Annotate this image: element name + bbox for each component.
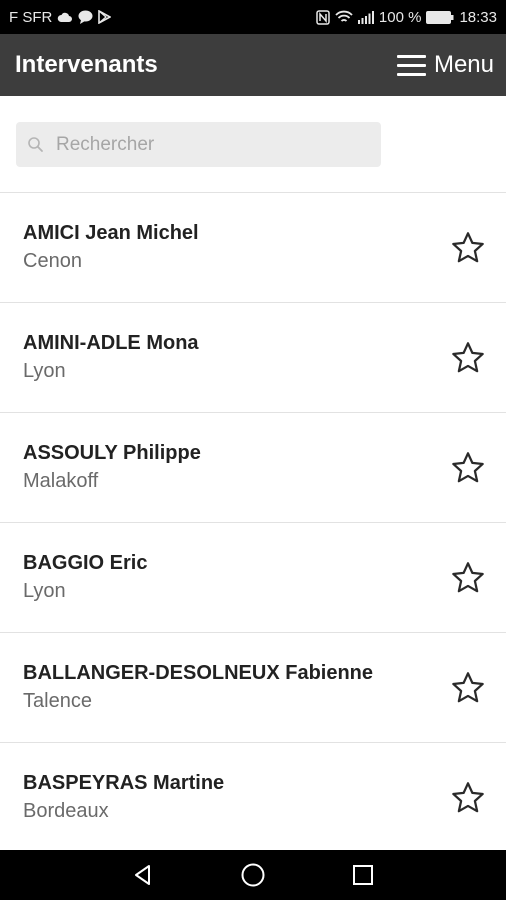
page-title: Intervenants <box>15 51 158 78</box>
back-button[interactable] <box>129 861 157 889</box>
hamburger-icon <box>396 54 426 76</box>
intervenant-name: BALLANGER-DESOLNEUX Fabienne <box>23 662 374 684</box>
list-item[interactable]: AMICI Jean Michel Cenon <box>0 193 506 303</box>
app-bar: Intervenants Menu <box>0 34 506 96</box>
list-item-text: ASSOULY Philippe Malakoff <box>23 442 201 493</box>
recents-button[interactable] <box>349 861 377 889</box>
intervenant-name: ASSOULY Philippe <box>23 442 201 464</box>
list-item-text: BALLANGER-DESOLNEUX Fabienne Talence <box>23 662 373 713</box>
list-item-text: BAGGIO Eric Lyon <box>23 552 147 603</box>
menu-button[interactable]: Menu <box>396 51 494 79</box>
nfc-icon <box>316 9 330 25</box>
intervenant-city: Bordeaux <box>23 800 109 822</box>
signal-icon <box>357 10 374 24</box>
battery-percent: 100 % <box>378 8 422 26</box>
intervenant-city: Lyon <box>23 360 66 382</box>
list-item-text: BASPEYRAS Martine Bordeaux <box>23 772 224 823</box>
intervenant-name: BAGGIO Eric <box>23 552 148 574</box>
back-icon <box>135 865 150 885</box>
intervenant-city: Cenon <box>23 250 82 272</box>
list-item[interactable]: BAGGIO Eric Lyon <box>0 523 506 633</box>
star-icon[interactable] <box>450 230 486 266</box>
intervenant-name: AMINI-ADLE Mona <box>23 332 199 354</box>
chat-icon <box>78 10 93 24</box>
status-left: F SFR <box>9 8 112 26</box>
home-button[interactable] <box>239 861 267 889</box>
intervenant-city: Lyon <box>23 580 66 602</box>
list-item[interactable]: BALLANGER-DESOLNEUX Fabienne Talence <box>0 633 506 743</box>
intervenant-city: Talence <box>23 690 92 712</box>
clock: 18:33 <box>459 8 497 26</box>
intervenant-name: AMICI Jean Michel <box>23 222 199 244</box>
list-item[interactable]: AMINI-ADLE Mona Lyon <box>0 303 506 413</box>
battery-icon <box>426 10 454 24</box>
star-icon[interactable] <box>450 560 486 596</box>
intervenants-list: AMICI Jean Michel Cenon AMINI-ADLE Mona … <box>0 193 506 850</box>
star-icon[interactable] <box>450 670 486 706</box>
cloud-icon <box>58 12 73 22</box>
search-box[interactable] <box>16 122 381 167</box>
list-item[interactable]: BASPEYRAS Martine Bordeaux <box>0 743 506 850</box>
play-store-icon <box>98 10 112 24</box>
star-icon[interactable] <box>450 340 486 376</box>
list-item-text: AMICI Jean Michel Cenon <box>23 222 199 273</box>
star-icon[interactable] <box>450 780 486 816</box>
search-icon <box>28 136 43 152</box>
intervenant-city: Malakoff <box>23 470 99 492</box>
wifi-icon <box>335 10 353 22</box>
home-icon <box>241 863 265 887</box>
search-area <box>0 96 506 193</box>
carrier-label: F SFR <box>9 8 53 26</box>
list-item[interactable]: ASSOULY Philippe Malakoff <box>0 413 506 523</box>
star-icon[interactable] <box>450 450 486 486</box>
menu-label: Menu <box>433 51 494 78</box>
status-bar: F SFR 100 % 18:33 <box>0 0 506 34</box>
status-right: 100 % 18:33 <box>316 9 497 26</box>
list-item-text: AMINI-ADLE Mona Lyon <box>23 332 199 383</box>
navigation-bar <box>0 850 506 900</box>
search-input[interactable] <box>56 133 356 156</box>
intervenant-name: BASPEYRAS Martine <box>23 772 225 794</box>
recents-icon <box>353 865 373 885</box>
